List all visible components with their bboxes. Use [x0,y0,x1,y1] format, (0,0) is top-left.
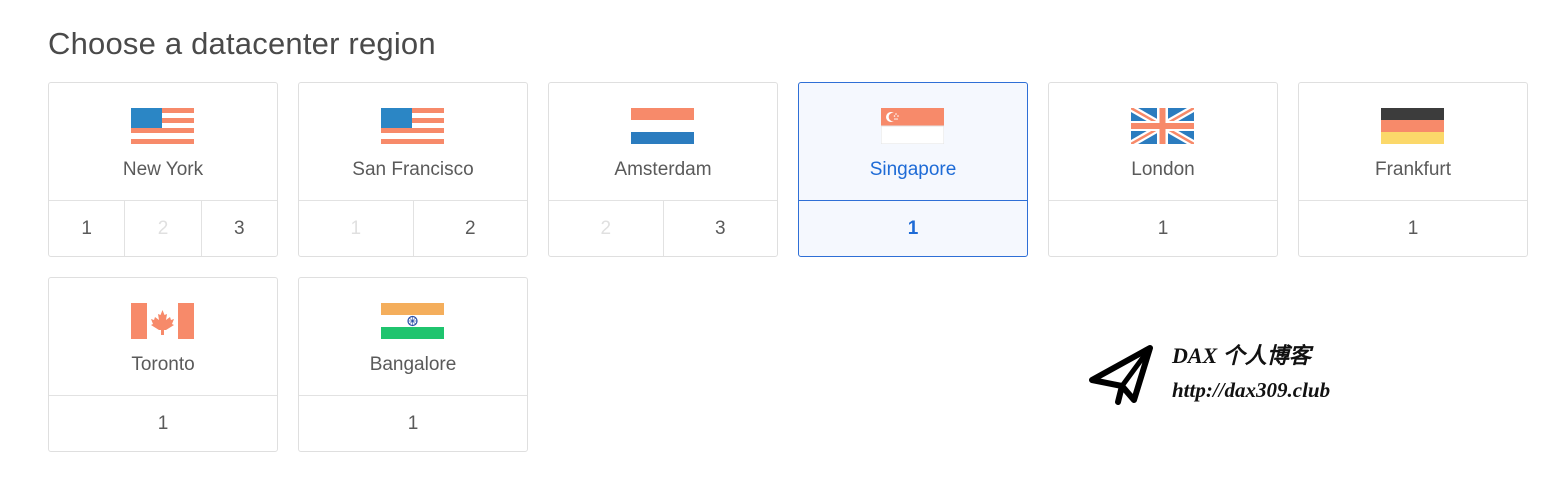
region-name: Singapore [869,159,957,180]
region-name: Bangalore [369,354,457,375]
page: Choose a datacenter region New York 1 2 … [0,0,1548,504]
region-header[interactable]: Toronto [49,278,277,396]
datacenter-option-1[interactable]: 1 [799,201,1027,256]
datacenter-slots: 1 2 3 [49,201,277,256]
watermark: DAX 个人博客 http://dax309.club [1088,336,1388,416]
watermark-url: http://dax309.club [1172,378,1331,402]
datacenter-option-2: 2 [124,201,200,256]
region-name: London [1131,159,1195,180]
uk-flag-icon [1131,108,1194,144]
germany-flag-icon [1381,108,1444,144]
datacenter-option-1[interactable]: 1 [1049,201,1277,256]
region-name: New York [122,159,204,180]
datacenter-option-1[interactable]: 1 [299,396,527,451]
singapore-flag-icon [881,108,944,144]
datacenter-option-3[interactable]: 3 [662,201,778,256]
datacenter-slots: 1 [299,396,527,451]
canada-flag-icon [131,303,194,339]
datacenter-option-1[interactable]: 1 [1299,201,1527,256]
datacenter-slots: 1 [1049,201,1277,256]
region-header[interactable]: San Francisco [299,83,527,201]
region-header[interactable]: Frankfurt [1299,83,1527,201]
region-card-new-york[interactable]: New York 1 2 3 [48,82,278,257]
datacenter-option-1: 1 [350,217,362,239]
region-card-london[interactable]: London 1 [1048,82,1278,257]
region-name: Amsterdam [614,159,712,180]
region-header[interactable]: Singapore [799,83,1027,201]
datacenter-slots: 2 3 [549,201,777,256]
region-card-singapore[interactable]: Singapore 1 [798,82,1028,257]
datacenter-option-2: 2 [600,217,612,239]
watermark-title: DAX 个人博客 [1172,343,1311,368]
region-name: Frankfurt [1374,159,1452,180]
datacenter-option-2[interactable]: 2 [412,201,528,256]
region-name: San Francisco [352,159,474,180]
us-flag-icon [131,108,194,144]
page-title: Choose a datacenter region [48,26,436,61]
datacenter-slots: 1 2 [299,201,527,256]
netherlands-flag-icon [631,108,694,144]
region-card-san-francisco[interactable]: San Francisco 1 2 [298,82,528,257]
region-header[interactable]: London [1049,83,1277,201]
region-card-amsterdam[interactable]: Amsterdam 2 3 [548,82,778,257]
datacenter-slots: 1 [49,396,277,451]
datacenter-option-3[interactable]: 3 [200,201,277,256]
paper-plane-icon [1088,340,1154,406]
region-card-frankfurt[interactable]: Frankfurt 1 [1298,82,1528,257]
region-header[interactable]: Amsterdam [549,83,777,201]
us-flag-icon [381,108,444,144]
datacenter-slots: 1 [799,201,1027,256]
datacenter-option-1[interactable]: 1 [49,396,277,451]
region-header[interactable]: Bangalore [299,278,527,396]
region-header[interactable]: New York [49,83,277,201]
india-flag-icon [381,303,444,339]
datacenter-option-1[interactable]: 1 [49,201,124,256]
region-card-toronto[interactable]: Toronto 1 [48,277,278,452]
datacenter-slots: 1 [1299,201,1527,256]
region-name: Toronto [131,354,195,375]
region-card-bangalore[interactable]: Bangalore 1 [298,277,528,452]
